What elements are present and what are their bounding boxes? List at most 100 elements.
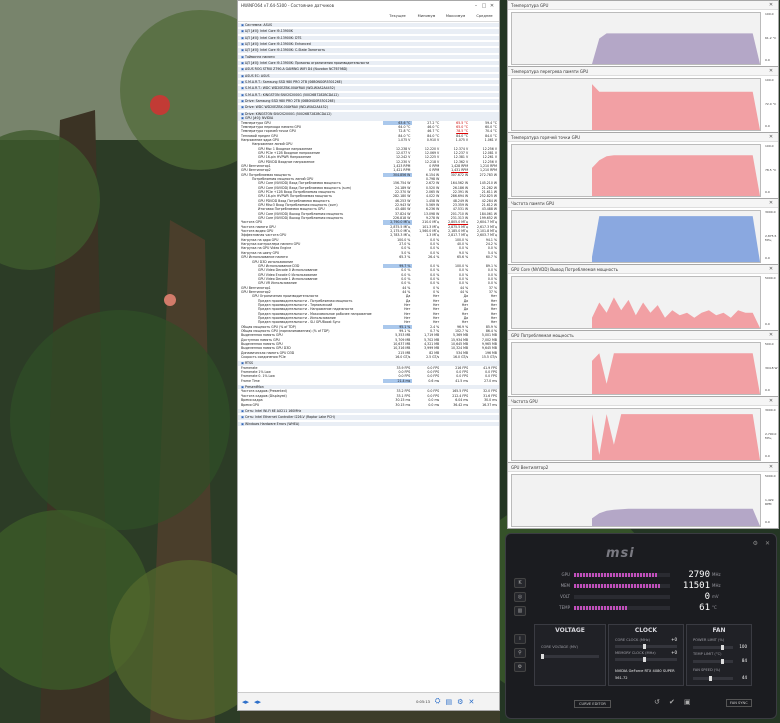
graph-window[interactable]: Температура горячей точки GPU ✕ 100.0 78.5 … <box>507 132 779 199</box>
close-icon[interactable]: ✕ <box>767 266 775 272</box>
info-button[interactable]: i <box>514 634 526 644</box>
close-icon[interactable]: ✕ <box>767 68 775 74</box>
k-boost-button[interactable]: K <box>514 578 526 588</box>
graph-scale: 500.0 304.8 W 0.0 <box>765 342 779 395</box>
sensor-list: Системна: ASUS ЦП [#0]: Intel Core i9-139… <box>238 23 499 693</box>
close-icon[interactable]: ✕ <box>767 134 775 140</box>
network-icon[interactable]: ⛭ <box>435 697 441 706</box>
close-icon[interactable]: ✕ <box>767 464 775 470</box>
sensor-group[interactable]: Сеть: Intel Ethernet Controller I226-V (… <box>238 415 499 420</box>
close-icon[interactable]: ✕ <box>767 332 775 338</box>
close-icon[interactable]: ✕ <box>767 200 775 206</box>
sensor-group[interactable]: ЦП [#0]: Intel Core i9-13900K: Enhanced <box>238 42 499 47</box>
sensor-group[interactable]: S.M.A.R.T.: Samsung SSD 980 PRO 2TB (S6B… <box>238 80 499 85</box>
apply-icon[interactable]: ✔ <box>669 698 675 706</box>
sensor-group[interactable]: Windows Hardware Errors (WHEA) <box>238 421 499 426</box>
close-sensors-icon[interactable]: ✕ <box>468 698 474 706</box>
save-icon[interactable]: ▣ <box>684 698 691 706</box>
graph-window[interactable]: Температура GPU ✕ 100.0 61.2 °C 0.0 <box>507 0 779 67</box>
clock-panel: CLOCK CORE CLOCK (MHz) +0 MEMORY CLOCK (… <box>608 624 684 686</box>
settings-icon[interactable]: ⚙ <box>457 698 463 706</box>
sensor-group[interactable]: Сеть: Intel Wi-Fi 6E AX211 160MHz <box>238 408 499 414</box>
lock-button[interactable]: ⚲ <box>514 648 526 658</box>
core-clock-slider[interactable] <box>615 644 677 649</box>
memory-clock-value: +0 <box>671 650 677 655</box>
column-max[interactable]: Максимум <box>441 14 470 18</box>
sensor-name: Тайминги памяти <box>238 55 384 59</box>
graph-window[interactable]: GPU Вентилятор2 ✕ 5000.0 1,429 RPM 0.0 <box>507 462 779 529</box>
sensor-group[interactable]: ASUS EC: ASUS <box>238 73 499 79</box>
nav-forward-icon[interactable]: ◂▸ <box>254 698 261 706</box>
graph-min: 0.0 <box>765 520 770 524</box>
graph-window[interactable]: GPU Core (NVVDD) Вывод Потребляемая мощн… <box>507 264 779 331</box>
graph-window[interactable]: GPU Потребляемая мощность ✕ 500.0 304.8 W 0.… <box>507 330 779 397</box>
sensor-group[interactable]: Drive: Samsung SSD 980 PRO 2TB (S6B0NG0R… <box>238 99 499 104</box>
graph-window[interactable]: Частота GPU ✕ 3000.0 2,790.0 МГц 0.0 <box>507 396 779 463</box>
graph-area <box>592 414 760 460</box>
close-icon[interactable]: ✕ <box>767 398 775 404</box>
core-clock-label: CORE CLOCK (MHz) <box>615 638 650 642</box>
sensor-group[interactable]: S.M.A.R.T.: KINGSTON SNV2S2000G (50026B7… <box>238 92 499 98</box>
monitor-button[interactable]: ▥ <box>514 606 526 616</box>
graph-window[interactable]: Частота памяти GPU ✕ 3000.0 2,875.5 МГц 0.0 <box>507 198 779 265</box>
nav-back-icon[interactable]: ◂▸ <box>242 698 249 706</box>
sensor-value: 41.5 ms <box>455 378 469 383</box>
monitor-temp-unit: °C <box>712 605 717 610</box>
core-voltage-label: CORE VOLTAGE (MV) <box>541 645 578 649</box>
power-limit-slider[interactable] <box>693 645 733 650</box>
sensor-row[interactable]: Время GPU 30.15 ms 0.0 ms 36.42 ms 16.37 ms <box>238 403 499 407</box>
sensor-value: 1.075 V <box>398 137 411 142</box>
sensor-value: 1.061 V <box>484 137 497 142</box>
reset-icon[interactable]: ↺ <box>654 698 660 706</box>
close-icon[interactable]: ✕ <box>765 540 770 547</box>
sensor-group[interactable]: ЦП [#0]: Intel Core i9-13900K: DTS <box>238 35 499 41</box>
sensor-name: Сеть: Intel Wi-Fi 6E AX211 160MHz <box>238 409 384 413</box>
sensor-group[interactable]: ЦП [#0]: Intel Core i9-13900K: C-State З… <box>238 48 499 53</box>
sensor-value: 65.3 % <box>399 255 411 260</box>
graph-current: 2,790.0 МГц <box>765 432 777 440</box>
minimize-icon[interactable]: – <box>472 3 480 9</box>
sensor-group[interactable]: S.M.A.R.T.: WDC WD20EZBX-00AYRA0 (WD-WXA… <box>238 86 499 91</box>
curve-editor-button[interactable]: CURVE EDITOR <box>574 700 611 708</box>
sensor-name: Drive: Samsung SSD 980 PRO 2TB (S6B0NG0R… <box>238 99 384 103</box>
sensor-group[interactable]: Системна: ASUS <box>238 23 499 28</box>
core-voltage-slider[interactable] <box>541 654 599 659</box>
sensor-name: Системна: ASUS <box>238 23 384 27</box>
sensor-name: ASUS ROG STRIX Z790-A GAMING WIFI D4 (Nu… <box>238 67 384 71</box>
graph-title: Температура GPU <box>511 2 549 8</box>
graph-area <box>592 84 760 130</box>
gear-button[interactable]: ⚙ <box>514 662 526 672</box>
maximize-icon[interactable]: □ <box>480 3 488 9</box>
graph-current: 2,875.5 МГц <box>765 234 777 242</box>
sensor-group[interactable]: ЦП [#0]: Intel Core i9-13900K <box>238 29 499 34</box>
report-icon[interactable]: ▤ <box>446 698 453 706</box>
column-current[interactable]: Текущее <box>383 14 412 18</box>
graph-window[interactable]: Температура перегрева памяти GPU ✕ 100.0 72… <box>507 66 779 133</box>
graph-titlebar: Температура перегрева памяти GPU ✕ <box>508 67 778 76</box>
sensor-group[interactable]: ASUS ROG STRIX Z790-A GAMING WIFI D4 (Nu… <box>238 67 499 72</box>
column-avg[interactable]: Среднее <box>470 14 499 18</box>
fan-sync-button[interactable]: FAN SYNC <box>726 699 752 707</box>
hwinfo-footer: ◂▸ ◂▸ 0:05:13 ⛭ ▤ ⚙ ✕ <box>238 692 499 710</box>
graph-title: GPU Потребляемая мощность <box>511 332 574 338</box>
graph-max: 5000.0 <box>765 276 776 280</box>
graph-series <box>592 84 760 130</box>
sensor-group[interactable]: ЦП [#0]: Intel Core i9-13900K: Причины о… <box>238 61 499 66</box>
graph-max: 100.0 <box>765 144 774 148</box>
graph-series <box>592 33 760 64</box>
sensor-row[interactable]: Frame Time 21.4 ms 0.6 ms 41.5 ms 27.0 ms <box>238 378 499 384</box>
temp-limit-slider[interactable] <box>693 659 733 664</box>
sensor-group[interactable]: Тайминги памяти <box>238 54 499 60</box>
voltage-title: VOLTAGE <box>555 627 585 634</box>
graph-title: Частота памяти GPU <box>511 200 555 206</box>
monitor-temp-label: TEMP <box>559 605 570 610</box>
fan-speed-slider[interactable] <box>693 676 733 681</box>
sensor-group[interactable]: Drive: WDC WD20EZBX-00AYRA0 (WD-WXA2A445… <box>238 105 499 110</box>
close-icon[interactable]: ✕ <box>767 2 775 8</box>
column-min[interactable]: Минимум <box>412 14 441 18</box>
oc-scanner-button[interactable]: ◎ <box>514 592 526 602</box>
sensor-row[interactable]: Скорость соединения PCIe 16.0 GT/s 2.5 GT/… <box>238 355 499 359</box>
close-icon[interactable]: ✕ <box>488 3 496 9</box>
memory-clock-slider[interactable] <box>615 657 677 662</box>
settings-icon[interactable]: ⚙ <box>753 540 758 547</box>
